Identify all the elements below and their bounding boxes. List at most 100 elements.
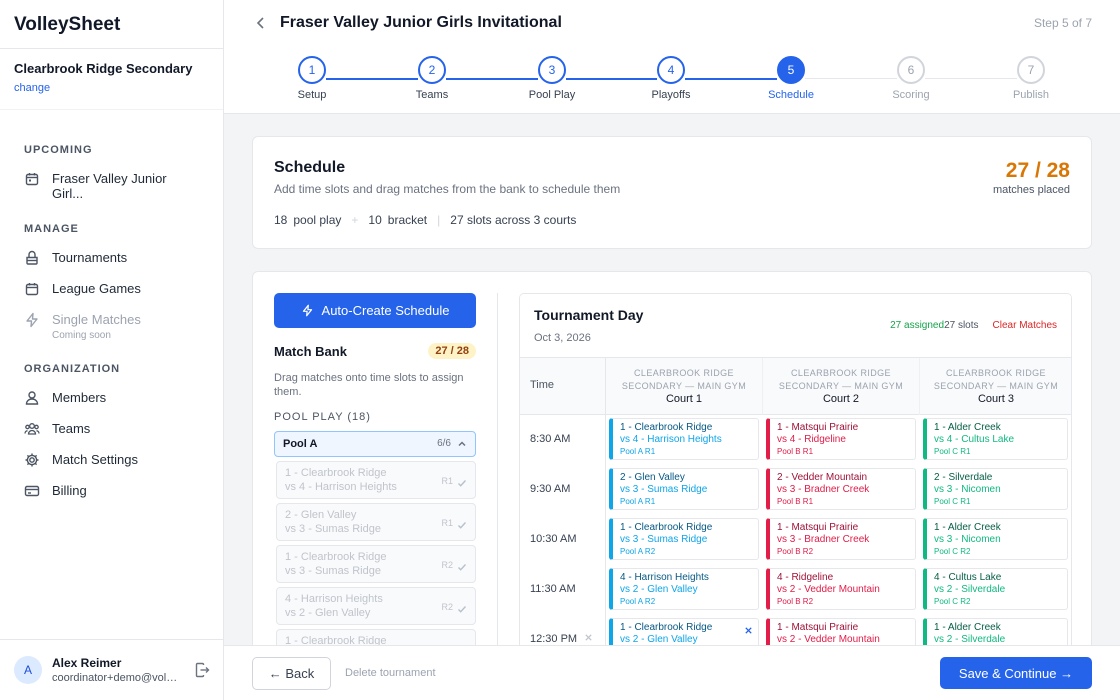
sidebar-item-label: League Games (52, 281, 141, 296)
court-name: Court 3 (977, 393, 1015, 406)
pool-name: Pool A (283, 437, 318, 450)
team-b: vs 4 - Cultus Lake (934, 434, 1015, 445)
step-playoffs[interactable]: 4 Playoffs (631, 56, 711, 101)
slot-time-label: 8:30 AM (530, 433, 571, 445)
bank-match-card[interactable]: 1 - Clearbrook Ridge vs 3 - Sumas Ridge R2 (276, 544, 476, 583)
change-org-link[interactable]: change (14, 82, 50, 94)
team-a: 1 - Alder Creek (934, 522, 1001, 533)
court-venue: SECONDARY — MAIN GYM (621, 381, 747, 392)
organization-heading: ORGANIZATION (24, 363, 121, 375)
scheduled-match-card[interactable]: 4 - Ridgeline vs 2 - Vedder Mountain Pool … (766, 568, 916, 610)
section-title: Schedule (274, 159, 346, 176)
scheduled-match-card[interactable]: 1 - Matsqui Prairie vs 4 - Ridgeline Pool … (766, 418, 916, 460)
team-b: vs 3 - Bradner Creek (777, 484, 870, 495)
step-pool-play[interactable]: 3 Pool Play (512, 56, 592, 101)
check-icon (457, 475, 467, 487)
delete-tournament-link[interactable]: Delete tournament (345, 667, 436, 679)
team-a: 1 - Clearbrook Ridge (620, 522, 713, 533)
scheduled-match-card[interactable]: 1 - Clearbrook Ridge vs 3 - Sumas Ridge Po… (609, 518, 759, 560)
scheduled-match-card[interactable]: 2 - Glen Valley vs 3 - Sumas Ridge Pool A … (609, 468, 759, 510)
close-icon[interactable] (744, 622, 753, 634)
scheduled-match-card[interactable]: 1 - Clearbrook Ridge vs 4 - Harrison Heig… (609, 418, 759, 460)
check-icon (457, 517, 467, 529)
time-slot-row: 9:30 AM 2 - Glen Valley vs 3 - Sumas Ridge… (520, 465, 1071, 515)
auto-create-schedule-button[interactable]: Auto-Create Schedule (274, 293, 476, 328)
team-b: vs 3 - Sumas Ridge (620, 534, 708, 545)
day-status: 27 assigned 27 slots Clear Matches (890, 320, 1057, 331)
team-a: 1 - Matsqui Prairie (777, 522, 859, 533)
avatar: A (14, 656, 42, 684)
sidebar-item-label: Teams (52, 421, 91, 436)
court-venue: CLEARBROOK RIDGE (634, 368, 734, 378)
team-a: 1 - Clearbrook Ridge (285, 550, 387, 563)
sidebar-item-billing[interactable]: Billing (24, 483, 199, 499)
sidebar-item-upcoming-tournament[interactable]: Fraser Valley Junior Girl... (24, 171, 199, 201)
team-a: 4 - Ridgeline (777, 572, 834, 583)
trophy-icon (24, 250, 40, 266)
round-label: R2 (441, 559, 453, 570)
team-b: vs 2 - Vedder Mountain (777, 634, 880, 645)
pool-round-tag: Pool A R2 (620, 597, 656, 606)
step-teams[interactable]: 2 Teams (392, 56, 472, 101)
sidebar-item-match-settings[interactable]: Match Settings (24, 452, 199, 468)
sidebar-item-label: Tournaments (52, 250, 128, 265)
pool-play-label: pool play (293, 213, 342, 227)
scheduled-match-card[interactable]: 1 - Matsqui Prairie vs 3 - Bradner Creek P… (766, 518, 916, 560)
team-b: vs 3 - Nicomen (934, 484, 1001, 495)
logout-icon[interactable] (194, 662, 210, 678)
bank-match-card[interactable]: 2 - Glen Valley vs 3 - Sumas Ridge R1 (276, 502, 476, 541)
scheduled-match-card[interactable]: 1 - Alder Creek vs 4 - Cultus Lake Pool C … (923, 418, 1068, 460)
credit-card-icon (24, 483, 40, 499)
bank-match-card[interactable]: 1 - Clearbrook Ridge vs 4 - Harrison Heig… (276, 460, 476, 499)
team-b: vs 2 - Vedder Mountain (777, 584, 880, 595)
save-continue-button[interactable]: Save & Continue → (940, 657, 1092, 689)
scheduled-match-card[interactable]: 4 - Harrison Heights vs 2 - Glen Valley Po… (609, 568, 759, 610)
sidebar-item-teams[interactable]: Teams (24, 421, 199, 437)
match-bank: Auto-Create Schedule Match Bank 27 / 28 … (274, 293, 476, 651)
slot-time: 9:30 AM (520, 465, 606, 515)
step-label: Publish (1012, 89, 1050, 101)
users-icon (24, 421, 40, 437)
step-number: 2 (418, 56, 446, 84)
step-label: Schedule (768, 89, 814, 101)
pool-count: 6/6 (437, 438, 451, 450)
sidebar-item-label: Members (52, 390, 107, 405)
org-name: Clearbrook Ridge Secondary (14, 61, 193, 76)
team-b: vs 4 - Harrison Heights (285, 480, 397, 493)
close-icon[interactable] (584, 633, 593, 642)
sidebar-item-league-games[interactable]: League Games (24, 281, 199, 297)
team-a: 4 - Cultus Lake (934, 572, 1002, 583)
back-button[interactable]: ← Back (252, 657, 331, 690)
team-a: 1 - Alder Creek (934, 622, 1001, 633)
scheduled-match-card[interactable]: 1 - Alder Creek vs 3 - Nicomen Pool C R2 (923, 518, 1068, 560)
org-switcher: Clearbrook Ridge Secondary change (0, 49, 223, 110)
sidebar-item-tournaments[interactable]: Tournaments (24, 250, 199, 266)
step-number: 4 (657, 56, 685, 84)
round-label: R1 (441, 475, 453, 486)
clear-matches-button[interactable]: Clear Matches (993, 320, 1057, 331)
team-a: 1 - Matsqui Prairie (777, 622, 859, 633)
bolt-icon (24, 312, 40, 328)
scheduled-match-card[interactable]: 2 - Silverdale vs 3 - Nicomen Pool C R1 (923, 468, 1068, 510)
team-a: 1 - Alder Creek (934, 422, 1001, 433)
divider: | (437, 213, 441, 227)
bank-match-card[interactable]: 4 - Harrison Heights vs 2 - Glen Valley R2 (276, 586, 476, 625)
step-number: 5 (777, 56, 805, 84)
day-date: Oct 3, 2026 (534, 332, 591, 344)
step-setup[interactable]: 1 Setup (272, 56, 352, 101)
court-header: CLEARBROOK RIDGE SECONDARY — MAIN GYM Cour… (920, 358, 1071, 415)
step-publish[interactable]: 7 Publish (991, 56, 1071, 101)
pool-a-toggle[interactable]: Pool A 6/6 (274, 430, 476, 457)
sidebar-item-members[interactable]: Members (24, 390, 199, 406)
step-schedule[interactable]: 5 Schedule (751, 56, 831, 101)
step-scoring[interactable]: 6 Scoring (871, 56, 951, 101)
team-b: vs 2 - Glen Valley (620, 634, 698, 645)
scheduled-match-card[interactable]: 2 - Vedder Mountain vs 3 - Bradner Creek P… (766, 468, 916, 510)
team-a: 2 - Vedder Mountain (777, 472, 868, 483)
slot-time-label: 9:30 AM (530, 483, 571, 495)
user-email: coordinator+demo@volleysheet.com (52, 672, 178, 684)
scheduled-match-card[interactable]: 4 - Cultus Lake vs 2 - Silverdale Pool C R… (923, 568, 1068, 610)
chevron-left-icon[interactable] (254, 16, 268, 30)
time-column-header: Time (520, 358, 606, 415)
team-b: vs 2 - Glen Valley (285, 606, 371, 619)
